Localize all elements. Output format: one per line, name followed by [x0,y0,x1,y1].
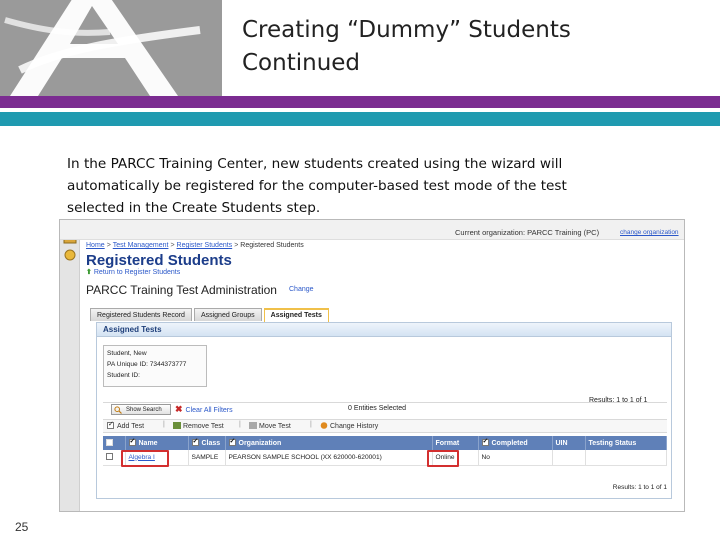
change-history-label: Change History [330,423,379,430]
registered-students-screenshot: Current organization: PARCC Training (PC… [59,219,685,512]
move-test-label: Move Test [259,423,291,430]
table-row: Algebra I SAMPLE PEARSON SAMPLE SCHOOL (… [103,450,667,466]
name-highlight-box [121,450,169,467]
column-uin-label: UIN [555,439,568,447]
column-name[interactable]: Name [125,436,189,450]
column-format-label: Format [435,439,460,447]
remove-test-button[interactable]: Remove Test [173,422,224,430]
toolbar-divider: | [239,421,241,428]
page-heading: Registered Students [86,252,232,269]
completed-cell: No [478,450,553,466]
format-highlight-box [427,450,459,467]
student-name: Student, New [107,350,147,357]
add-test-checkbox-icon [107,420,114,429]
column-filter-checkbox[interactable] [481,437,489,446]
add-test-label: Add Test [117,423,145,430]
column-completed[interactable]: Completed [478,436,553,450]
star-icon[interactable] [63,248,77,262]
breadcrumb: Home > Test Management > Register Students > R… [86,242,304,249]
logo [0,0,222,96]
column-filter-checkbox[interactable] [191,437,199,446]
test-administration-title: PARCC Training Test Administration [86,283,277,297]
student-pa-unique-id: PA Unique ID: 7344373777 [107,361,187,368]
column-organization-label: Organization [238,440,282,447]
remove-test-label: Remove Test [183,423,224,430]
header-teal-bar [0,112,720,126]
page-number: 25 [15,520,29,534]
column-completed-label: Completed [491,440,528,447]
change-administration-link[interactable]: Change [289,286,314,293]
breadcrumb-current: Registered Students [240,242,304,249]
column-testing-status[interactable]: Testing Status [585,436,667,450]
toolbar-divider: | [163,421,165,428]
search-icon [114,406,122,414]
class-cell: SAMPLE [188,450,226,466]
slide-title-line-1: Creating “Dummy” Students [242,17,571,43]
column-filter-checkbox[interactable] [128,437,136,446]
tab-registered-students-record[interactable]: Registered Students Record [90,308,192,321]
select-all-checkbox[interactable] [106,439,113,446]
column-organization[interactable]: Organization [225,436,433,450]
panel-title: Assigned Tests [97,323,671,337]
add-test-button[interactable]: Add Test [107,420,145,430]
show-search-button[interactable]: Show Search [111,404,171,415]
assigned-tests-table: Name Class Organization Format Completed… [103,436,667,466]
column-class[interactable]: Class [188,436,226,450]
clear-all-filters-link[interactable]: ✖ Clear All Filters [175,403,233,417]
search-toolbar: Show Search ✖ Clear All Filters 0 Entitie… [103,402,667,418]
organization-cell: PEARSON SAMPLE SCHOOL (XX 620000-620001) [225,450,433,466]
change-organization-link[interactable]: change organization [620,229,679,236]
column-uin[interactable]: UIN [552,436,586,450]
grid-footer-results: Results: 1 to 1 of 1 [612,484,667,491]
return-to-register-students-link[interactable]: ⬆ Return to Register Students [86,268,180,276]
table-header-row: Name Class Organization Format Completed… [103,436,667,450]
clear-all-filters-label: Clear All Filters [185,407,233,414]
column-filter-checkbox[interactable] [228,437,236,446]
testing-status-cell [585,450,667,466]
current-organization: Current organization: PARCC Training (PC… [455,228,600,237]
breadcrumb-test-management[interactable]: Test Management [113,242,169,249]
move-test-button[interactable]: Move Test [249,422,291,430]
entities-selected: 0 Entities Selected [348,405,406,412]
return-link-label: Return to Register Students [93,269,181,276]
move-icon [249,422,257,429]
show-search-label: Show Search [126,407,162,413]
action-toolbar: Add Test | Remove Test | Move Test | Cha… [103,419,667,433]
student-id: Student ID: [107,372,140,379]
intro-text: In the PARCC Training Center, new studen… [67,156,567,216]
toolbar-divider: | [310,421,312,428]
breadcrumb-home[interactable]: Home [86,242,105,249]
clear-filter-icon: ✖ [175,404,183,414]
select-all-header[interactable] [103,436,126,450]
tab-assigned-groups[interactable]: Assigned Groups [193,308,262,321]
header-purple-bar [0,96,720,108]
uin-cell [552,450,586,466]
remove-icon [173,422,181,429]
tab-bar: Registered Students Record Assigned Grou… [90,308,329,322]
student-info-box: Student, New PA Unique ID: 7344373777 St… [103,345,207,387]
slide-title-line-2: Continued [242,50,361,76]
column-testing-status-label: Testing Status [588,439,637,447]
history-icon [320,422,328,429]
slide-title: Creating “Dummy” Students Continued [242,14,702,80]
change-history-button[interactable]: Change History [320,422,378,430]
breadcrumb-register-students[interactable]: Register Students [177,242,233,249]
assigned-tests-panel: Assigned Tests Student, New PA Unique ID… [96,322,672,499]
left-nav-strip [60,220,80,511]
row-checkbox[interactable] [106,453,113,461]
up-arrow-icon: ⬆ [86,269,92,276]
column-class-label: Class [201,440,221,447]
logo-letter-a [0,0,222,96]
column-name-label: Name [138,440,158,447]
column-format[interactable]: Format [432,436,479,450]
tab-assigned-tests[interactable]: Assigned Tests [263,308,329,322]
